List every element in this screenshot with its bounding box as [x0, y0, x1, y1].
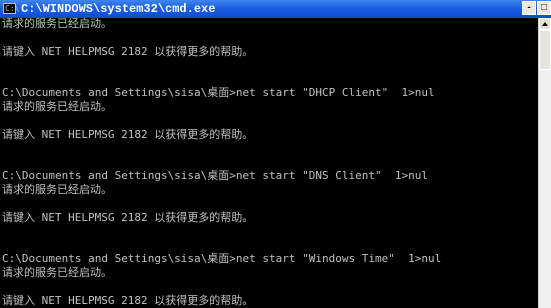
minimize-button[interactable]: - — [522, 1, 536, 15]
console-line: 请求的服务已经启动。 — [2, 266, 112, 280]
console-line: 请键入 NET HELPMSG 2182 以获得更多的帮助。 — [2, 44, 254, 58]
scroll-up-button[interactable] — [539, 18, 551, 30]
cmd-window: C:\ C:\WINDOWS\system32\cmd.exe - □ 请求的服… — [0, 0, 551, 308]
console-line: 请求的服务已经启动。 — [2, 183, 112, 197]
cmd-icon[interactable]: C:\ — [3, 3, 20, 14]
scroll-up-arrow-icon — [542, 22, 548, 26]
scroll-thumb[interactable] — [539, 30, 551, 70]
title-bar[interactable]: C:\ C:\WINDOWS\system32\cmd.exe - □ — [0, 0, 551, 18]
console-line: 请键入 NET HELPMSG 2182 以获得更多的帮助。 — [2, 127, 254, 141]
console-line: 请求的服务已经启动。 — [2, 100, 112, 114]
cmd-icon-label: C:\ — [5, 4, 20, 13]
maximize-button[interactable]: □ — [537, 1, 551, 15]
maximize-icon: □ — [540, 2, 548, 13]
console-line: 请键入 NET HELPMSG 2182 以获得更多的帮助。 — [2, 210, 254, 224]
minimize-icon: - — [527, 2, 531, 13]
window-title: C:\WINDOWS\system32\cmd.exe — [21, 2, 216, 16]
console-line: 请求的服务已经启动。 — [2, 18, 112, 30]
console-output[interactable]: 请求的服务已经启动。 请键入 NET HELPMSG 2182 以获得更多的帮助。… — [0, 18, 537, 308]
console-line: 请键入 NET HELPMSG 2182 以获得更多的帮助。 — [2, 294, 254, 307]
vertical-scrollbar[interactable] — [538, 18, 551, 308]
